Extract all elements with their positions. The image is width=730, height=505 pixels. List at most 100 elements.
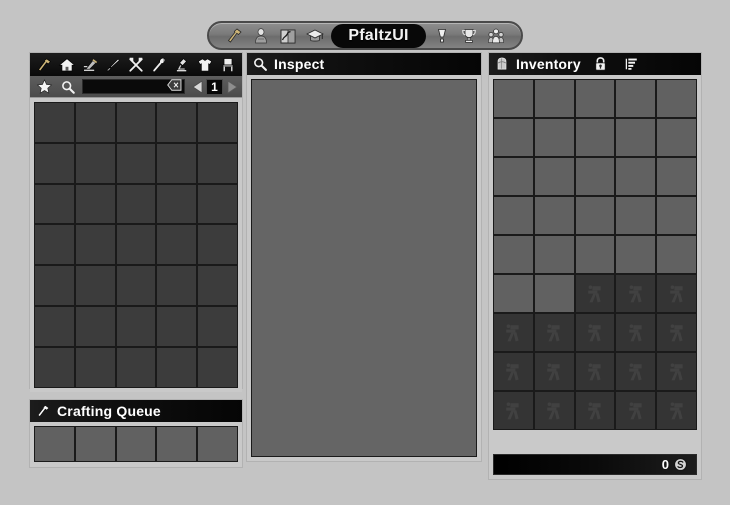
- inventory-slot-empty[interactable]: [575, 119, 615, 156]
- inventory-slot-empty[interactable]: [657, 158, 696, 195]
- recipe-slot-empty[interactable]: [75, 143, 115, 183]
- search-input[interactable]: [83, 80, 168, 93]
- trophy-icon[interactable]: [456, 24, 483, 47]
- inventory-slot-locked[interactable]: [494, 314, 533, 351]
- magnifier-icon[interactable]: [58, 78, 78, 96]
- recipe-slot-empty[interactable]: [157, 306, 197, 346]
- crafting-queue-slot[interactable]: [116, 427, 156, 461]
- inventory-slot-empty[interactable]: [616, 236, 656, 273]
- inventory-slot-empty[interactable]: [616, 197, 656, 234]
- inventory-slot-locked[interactable]: [575, 314, 615, 351]
- recipe-slot-empty[interactable]: [157, 266, 197, 305]
- inventory-slot-locked[interactable]: [534, 353, 574, 390]
- inventory-slot-empty[interactable]: [575, 158, 615, 195]
- recipe-slot-empty[interactable]: [198, 103, 237, 142]
- group-icon[interactable]: [483, 24, 510, 47]
- inventory-slot-empty[interactable]: [657, 119, 696, 156]
- inventory-slot-locked[interactable]: [494, 392, 533, 429]
- recipe-slot-empty[interactable]: [35, 103, 74, 142]
- sort-list-icon[interactable]: [624, 56, 639, 72]
- microscope-icon[interactable]: [171, 55, 193, 75]
- recipe-slot-empty[interactable]: [157, 347, 197, 387]
- inventory-slot-empty[interactable]: [534, 119, 574, 156]
- inventory-slot-locked[interactable]: [616, 314, 656, 351]
- recipe-slot-empty[interactable]: [198, 225, 237, 265]
- inventory-slot-locked[interactable]: [575, 275, 615, 312]
- inventory-slot-empty[interactable]: [616, 158, 656, 195]
- recipe-slot-empty[interactable]: [35, 306, 74, 346]
- inventory-slot-empty[interactable]: [534, 236, 574, 273]
- recipe-slot-empty[interactable]: [35, 143, 74, 183]
- inventory-slot-locked[interactable]: [657, 392, 696, 429]
- hammer-tool-icon[interactable]: [33, 55, 55, 75]
- medal-icon[interactable]: [429, 24, 456, 47]
- inventory-slot-empty[interactable]: [575, 197, 615, 234]
- inventory-slot-empty[interactable]: [657, 197, 696, 234]
- furniture-icon[interactable]: [217, 55, 239, 75]
- house-icon[interactable]: [56, 55, 78, 75]
- recipe-slot-empty[interactable]: [116, 103, 156, 142]
- spoon-icon[interactable]: [148, 55, 170, 75]
- inventory-slot-empty[interactable]: [534, 275, 574, 312]
- recipe-slot-empty[interactable]: [198, 347, 237, 387]
- shirt-icon[interactable]: [194, 55, 216, 75]
- left-arrow-icon[interactable]: [191, 79, 204, 94]
- inventory-slot-empty[interactable]: [657, 80, 696, 117]
- recipe-slot-empty[interactable]: [75, 184, 115, 224]
- recipe-slot-empty[interactable]: [35, 225, 74, 265]
- inventory-slot-empty[interactable]: [494, 236, 533, 273]
- graduation-cap-icon[interactable]: [301, 24, 328, 47]
- star-icon[interactable]: [34, 78, 54, 96]
- chart-icon[interactable]: [274, 24, 301, 47]
- lock-icon[interactable]: [593, 56, 608, 72]
- inventory-slot-empty[interactable]: [534, 197, 574, 234]
- recipe-slot-empty[interactable]: [198, 143, 237, 183]
- inventory-slot-empty[interactable]: [494, 80, 533, 117]
- recipe-slot-empty[interactable]: [35, 184, 74, 224]
- recipe-slot-empty[interactable]: [198, 266, 237, 305]
- inventory-slot-locked[interactable]: [657, 275, 696, 312]
- crafting-queue-slot[interactable]: [35, 427, 74, 461]
- right-arrow-icon[interactable]: [225, 79, 238, 94]
- recipe-slot-empty[interactable]: [157, 103, 197, 142]
- recipe-slot-empty[interactable]: [116, 347, 156, 387]
- inventory-slot-locked[interactable]: [616, 392, 656, 429]
- search-input-wrapper[interactable]: [82, 78, 185, 96]
- inventory-slot-locked[interactable]: [534, 392, 574, 429]
- recipe-slot-empty[interactable]: [116, 184, 156, 224]
- recipe-slot-empty[interactable]: [75, 306, 115, 346]
- recipe-slot-empty[interactable]: [157, 225, 197, 265]
- inventory-slot-empty[interactable]: [534, 158, 574, 195]
- inventory-slot-empty[interactable]: [657, 236, 696, 273]
- recipe-slot-empty[interactable]: [35, 347, 74, 387]
- inventory-slot-empty[interactable]: [494, 119, 533, 156]
- crafting-queue-slot[interactable]: [198, 427, 237, 461]
- inventory-slot-empty[interactable]: [575, 236, 615, 273]
- inventory-slot-empty[interactable]: [616, 80, 656, 117]
- dagger-icon[interactable]: [102, 55, 124, 75]
- recipe-slot-empty[interactable]: [157, 184, 197, 224]
- carpentry-icon[interactable]: [79, 55, 101, 75]
- inspect-content-area[interactable]: [251, 79, 477, 457]
- person-icon[interactable]: [247, 24, 274, 47]
- inventory-slot-locked[interactable]: [575, 353, 615, 390]
- page-number[interactable]: 1: [206, 78, 223, 95]
- recipe-slot-empty[interactable]: [116, 306, 156, 346]
- crafting-queue-slot[interactable]: [157, 427, 197, 461]
- recipe-slot-empty[interactable]: [116, 266, 156, 305]
- inventory-slot-locked[interactable]: [494, 353, 533, 390]
- clear-x-icon[interactable]: [167, 78, 182, 96]
- recipe-slot-empty[interactable]: [116, 143, 156, 183]
- inventory-slot-empty[interactable]: [575, 80, 615, 117]
- inventory-slot-locked[interactable]: [575, 392, 615, 429]
- inventory-slot-empty[interactable]: [534, 80, 574, 117]
- hammer-icon[interactable]: [220, 24, 247, 47]
- inventory-slot-empty[interactable]: [616, 119, 656, 156]
- recipe-slot-empty[interactable]: [116, 225, 156, 265]
- inventory-slot-locked[interactable]: [616, 353, 656, 390]
- recipe-slot-empty[interactable]: [198, 306, 237, 346]
- inventory-slot-empty[interactable]: [494, 275, 533, 312]
- crossed-tools-icon[interactable]: [125, 55, 147, 75]
- recipe-slot-empty[interactable]: [75, 103, 115, 142]
- inventory-slot-locked[interactable]: [657, 314, 696, 351]
